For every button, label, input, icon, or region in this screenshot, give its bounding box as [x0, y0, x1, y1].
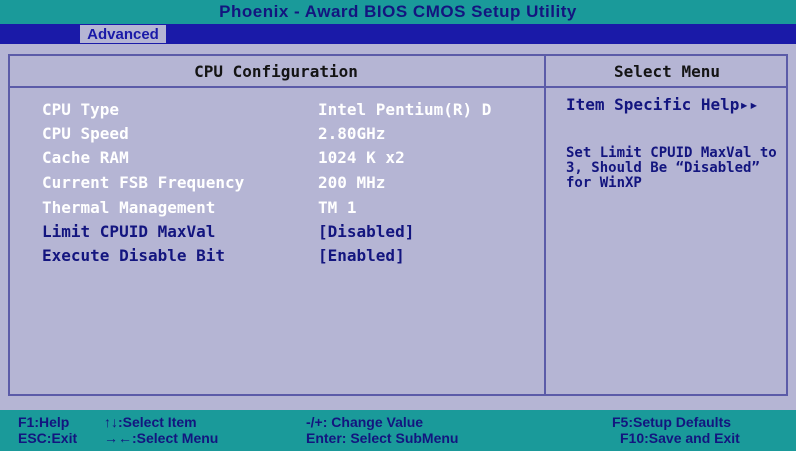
setting-value[interactable]: [Enabled] [318, 246, 405, 265]
menu-bar: Advanced [0, 24, 796, 44]
row-value: Intel Pentium(R) D [318, 100, 492, 119]
title-bar: Phoenix - Award BIOS CMOS Setup Utility [0, 0, 796, 24]
row-value: 200 MHz [318, 173, 386, 192]
row-cache-ram: Cache RAM 1024 K x2 [42, 148, 542, 170]
tab-advanced[interactable]: Advanced [80, 25, 166, 43]
key-select-menu: →←:Select Menu [104, 430, 219, 446]
row-cpu-speed: CPU Speed 2.80GHz [42, 124, 542, 146]
row-label: Thermal Management [42, 198, 216, 217]
bios-title: Phoenix - Award BIOS CMOS Setup Utility [219, 2, 577, 21]
row-label: Execute Disable Bit [42, 246, 226, 265]
row-label: Limit CPUID MaxVal [42, 222, 216, 241]
section-title: CPU Configuration [194, 61, 358, 81]
row-execute-disable-bit[interactable]: Execute Disable Bit [Enabled] [42, 246, 542, 268]
key-setup-defaults: F5:Setup Defaults [612, 414, 732, 430]
row-value: 1024 K x2 [318, 148, 405, 167]
key-select-item: ↑↓:Select Item [104, 414, 197, 430]
key-exit: ESC:Exit [18, 430, 78, 446]
item-help-text: Set Limit CPUID MaxVal to 3, Should Be “… [566, 145, 777, 191]
key-change-value: -/+: Change Value [306, 414, 424, 430]
row-fsb-frequency: Current FSB Frequency 200 MHz [42, 173, 542, 195]
row-label: CPU Speed [42, 124, 129, 143]
help-panel-title: Select Menu [614, 61, 720, 81]
panel-divider-vertical [544, 54, 546, 396]
row-cpu-type: CPU Type Intel Pentium(R) D [42, 100, 542, 122]
footer-key-legend: F1:Help ESC:Exit ↑↓:Select Item →←:Selec… [0, 410, 796, 451]
row-label: Cache RAM [42, 148, 129, 167]
setting-value[interactable]: [Disabled] [318, 222, 414, 241]
row-limit-cpuid-maxval[interactable]: Limit CPUID MaxVal [Disabled] [42, 222, 542, 244]
row-value: TM 1 [318, 198, 357, 217]
row-value: 2.80GHz [318, 124, 386, 143]
key-select-submenu: Enter: Select SubMenu [306, 430, 459, 446]
panel-divider-horizontal [8, 86, 788, 88]
item-help-title: Item Specific Help▸▸ [566, 95, 759, 114]
row-thermal-management: Thermal Management TM 1 [42, 198, 542, 220]
row-label: CPU Type [42, 100, 120, 119]
key-save-and-exit: F10:Save and Exit [620, 430, 740, 446]
key-help: F1:Help [18, 414, 70, 430]
row-label: Current FSB Frequency [42, 173, 245, 192]
